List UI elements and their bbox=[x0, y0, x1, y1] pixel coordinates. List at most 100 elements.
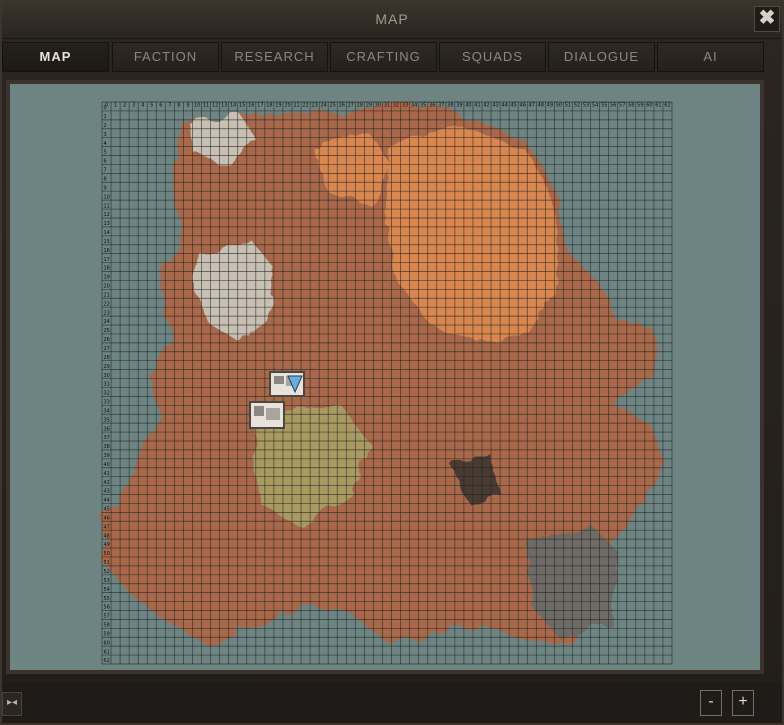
tab-crafting[interactable]: CRAFTING bbox=[330, 42, 437, 72]
grid-column-label: 19 bbox=[275, 103, 281, 109]
grid-row-label: 50 bbox=[104, 551, 110, 557]
grid-column-label: 48 bbox=[538, 103, 544, 109]
zoom-in-button[interactable]: + bbox=[732, 690, 754, 716]
grid-row-label: 14 bbox=[104, 230, 110, 236]
grid-row-label: 48 bbox=[104, 533, 110, 539]
map-viewport[interactable]: 0 1 2 3 4 5 6 7 8 9 10 11 12 13 14 15 16 17 18 19 20 21 22 23 24… bbox=[6, 80, 764, 674]
squad-marker[interactable] bbox=[249, 401, 285, 429]
grid-column-label: 37 bbox=[438, 103, 444, 109]
grid-row-label: 45 bbox=[104, 507, 110, 513]
grid-row-label: 46 bbox=[104, 515, 110, 521]
grid-row-label: 55 bbox=[104, 596, 110, 602]
grid-column-label: 23 bbox=[311, 103, 317, 109]
grid-column-label: 21 bbox=[293, 103, 299, 109]
tab-dialogue[interactable]: DIALOGUE bbox=[548, 42, 655, 72]
grid-row-label: 18 bbox=[104, 266, 110, 272]
grid-row-label: 24 bbox=[104, 319, 110, 325]
grid-row-label: 39 bbox=[104, 453, 110, 459]
grid-column-label: 28 bbox=[357, 103, 363, 109]
tab-map[interactable]: MAP bbox=[2, 42, 109, 72]
grid-row-label: 53 bbox=[104, 578, 110, 584]
grid-row-label: 56 bbox=[104, 605, 110, 611]
grid-row-label: 33 bbox=[104, 400, 110, 406]
grid-column-label: 53 bbox=[583, 103, 589, 109]
grid-row-label: 38 bbox=[104, 444, 110, 450]
grid-column-label: 11 bbox=[203, 103, 209, 109]
tab-research[interactable]: RESEARCH bbox=[221, 42, 328, 72]
grid-column-label: 14 bbox=[230, 103, 236, 109]
grid-column-label: 35 bbox=[420, 103, 426, 109]
grid-column-label: 62 bbox=[664, 103, 670, 109]
grid-row-label: 30 bbox=[104, 373, 110, 379]
grid-row-label: 25 bbox=[104, 328, 110, 334]
grid-column-label: 15 bbox=[239, 103, 245, 109]
grid-row-label: 6 bbox=[104, 159, 107, 165]
collapse-button[interactable]: ▸◂ bbox=[2, 692, 22, 716]
grid-column-label: 61 bbox=[655, 103, 661, 109]
grid-row-label: 37 bbox=[104, 435, 110, 441]
title-bar[interactable]: MAP ✖ bbox=[2, 2, 782, 39]
grid-row-label: 51 bbox=[104, 560, 110, 566]
grid-row-label: 3 bbox=[104, 132, 107, 138]
grid-column-label: 54 bbox=[592, 103, 598, 109]
grid-row-label: 52 bbox=[104, 569, 110, 575]
grid-column-label: 39 bbox=[456, 103, 462, 109]
grid-column-label: 56 bbox=[610, 103, 616, 109]
grid-row-label: 43 bbox=[104, 489, 110, 495]
window-title: MAP bbox=[375, 11, 409, 27]
grid-column-label: 34 bbox=[411, 103, 417, 109]
grid-row-label: 40 bbox=[104, 462, 110, 468]
grid-column-label: 43 bbox=[492, 103, 498, 109]
grid-row-label: 11 bbox=[104, 203, 110, 209]
grid-column-label: 26 bbox=[339, 103, 345, 109]
grid-column-label: 3 bbox=[132, 103, 135, 109]
grid-row-label: 54 bbox=[104, 587, 110, 593]
grid-row-label: 47 bbox=[104, 524, 110, 530]
grid-row-label: 31 bbox=[104, 382, 110, 388]
grid-column-label: 20 bbox=[284, 103, 290, 109]
grid-column-label: 49 bbox=[547, 103, 553, 109]
grid-column-label: 22 bbox=[302, 103, 308, 109]
grid-column-label: 10 bbox=[194, 103, 200, 109]
tab-ai[interactable]: AI bbox=[657, 42, 764, 72]
grid-column-label: 24 bbox=[320, 103, 326, 109]
grid-row-label: 28 bbox=[104, 355, 110, 361]
grid-row-label: 21 bbox=[104, 292, 110, 298]
map-window: MAP ✖ MAP FACTION RESEARCH CRAFTING SQUA… bbox=[0, 0, 784, 725]
player-squad-marker[interactable] bbox=[269, 371, 305, 397]
grid-column-label: 5 bbox=[150, 103, 153, 109]
grid-column-label: 18 bbox=[266, 103, 272, 109]
grid-column-label: 33 bbox=[402, 103, 408, 109]
grid-row-label: 17 bbox=[104, 257, 110, 263]
tab-squads[interactable]: SQUADS bbox=[439, 42, 546, 72]
grid-row-label: 23 bbox=[104, 310, 110, 316]
grid-column-label: 57 bbox=[619, 103, 625, 109]
grid-row-label: 22 bbox=[104, 301, 110, 307]
grid-row-label: 60 bbox=[104, 640, 110, 646]
tab-faction[interactable]: FACTION bbox=[112, 42, 219, 72]
grid-column-label: 1 bbox=[114, 103, 117, 109]
grid-column-label: 27 bbox=[348, 103, 354, 109]
grid-column-label: 2 bbox=[123, 103, 126, 109]
zoom-out-button[interactable]: - bbox=[700, 690, 722, 716]
world-map[interactable]: 0 1 2 3 4 5 6 7 8 9 10 11 12 13 14 15 16 17 18 19 20 21 22 23 24… bbox=[10, 84, 760, 670]
grid-column-label: 25 bbox=[330, 103, 336, 109]
grid-row-label: 9 bbox=[104, 185, 107, 191]
grid-row-label: 32 bbox=[104, 391, 110, 397]
terrain-layer bbox=[105, 102, 665, 644]
grid-row-label: 4 bbox=[104, 141, 107, 147]
grid-row-label: 36 bbox=[104, 426, 110, 432]
grid-column-label: 7 bbox=[168, 103, 171, 109]
grid-column-label: 8 bbox=[177, 103, 180, 109]
grid-column-label: 9 bbox=[186, 103, 189, 109]
grid-column-label: 58 bbox=[628, 103, 634, 109]
grid-row-label: 57 bbox=[104, 614, 110, 620]
close-button[interactable]: ✖ bbox=[754, 6, 780, 32]
grid-column-label: 40 bbox=[465, 103, 471, 109]
grid-column-label: 59 bbox=[637, 103, 643, 109]
grid-row-label: 13 bbox=[104, 221, 110, 227]
grid-row-label: 10 bbox=[104, 194, 110, 200]
grid-row-label: 7 bbox=[104, 168, 107, 174]
grid-row-label: 20 bbox=[104, 284, 110, 290]
grid-column-label: 44 bbox=[501, 103, 507, 109]
